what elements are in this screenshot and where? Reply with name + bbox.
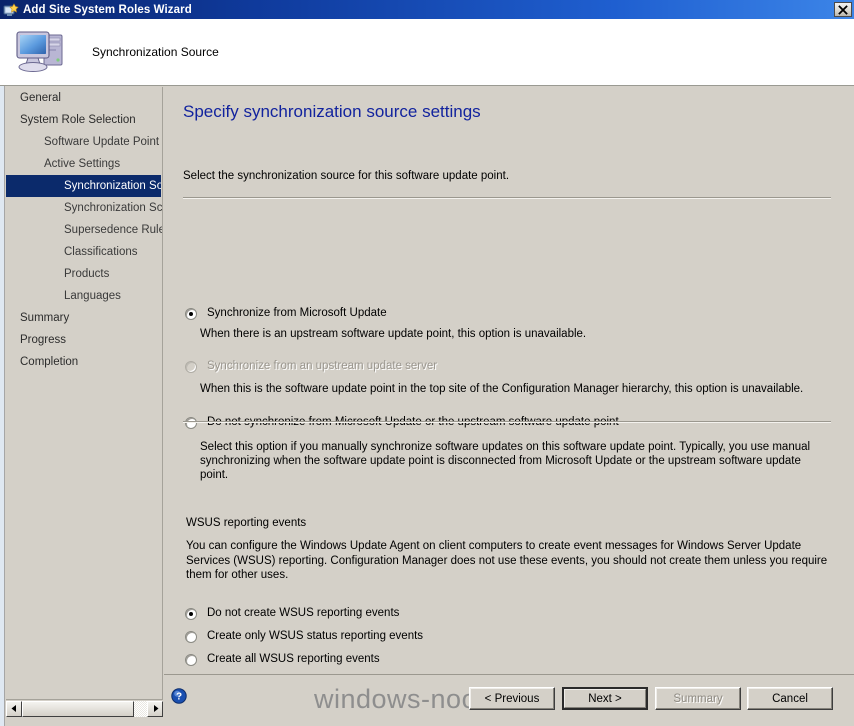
close-icon[interactable]: [834, 2, 852, 17]
next-button-label: Next >: [564, 689, 646, 708]
page-title: Specify synchronization source settings: [183, 102, 481, 121]
radio-button-indicator[interactable]: [185, 308, 197, 320]
sidebar-item-synchronization-source[interactable]: Synchronization Source: [6, 175, 161, 197]
scroll-right-arrow-icon[interactable]: [147, 700, 163, 717]
sidebar-item-completion[interactable]: Completion: [6, 351, 162, 373]
option-description-1: When there is an upstream software updat…: [200, 328, 587, 340]
help-icon[interactable]: ?: [171, 688, 187, 704]
separator-wsus: [183, 421, 831, 423]
separator-top: [183, 197, 831, 199]
sidebar-item-classifications[interactable]: Classifications: [6, 241, 162, 263]
sidebar-item-supersedence-rules[interactable]: Supersedence Rules: [6, 219, 162, 241]
background-window-sliver: [0, 0, 5, 726]
radio-label: Create all WSUS reporting events: [207, 653, 380, 665]
scrollbar-thumb[interactable]: [22, 700, 134, 717]
sidebar-item-progress[interactable]: Progress: [6, 329, 162, 351]
radio-button-indicator[interactable]: [185, 361, 197, 373]
radio-label: Synchronize from Microsoft Update: [207, 307, 387, 319]
sidebar-item-system-role-selection[interactable]: System Role Selection: [6, 109, 162, 131]
window-title: Add Site System Roles Wizard: [23, 3, 192, 16]
radio-button-indicator[interactable]: [185, 608, 197, 620]
radio-label: Do not create WSUS reporting events: [207, 607, 400, 619]
wsus-group-label: WSUS reporting events: [186, 517, 307, 529]
sidebar-item-synchronization-schedule[interactable]: Synchronization Schedule: [6, 197, 162, 219]
intro-text: Select the synchronization source for th…: [183, 170, 510, 182]
banner-title: Synchronization Source: [92, 45, 219, 59]
option-description-3: Select this option if you manually synch…: [200, 441, 811, 481]
computer-icon: [13, 26, 71, 78]
radio-label: Create only WSUS status reporting events: [207, 630, 424, 642]
cancel-button[interactable]: Cancel: [747, 687, 833, 710]
sidebar-item-software-update-point[interactable]: Software Update Point: [6, 131, 162, 153]
sidebar-horizontal-scrollbar[interactable]: [6, 699, 163, 717]
previous-button[interactable]: < Previous: [469, 687, 555, 710]
sidebar-item-summary[interactable]: Summary: [6, 307, 162, 329]
wizard-footer: ? windows-noob.com < Previous Next > Sum…: [164, 674, 854, 726]
wsus-group-description: You can configure the Windows Update Age…: [186, 540, 828, 581]
wizard-banner: Synchronization Source: [0, 19, 854, 86]
sidebar-item-languages[interactable]: Languages: [6, 285, 162, 307]
wizard-content-pane: Specify synchronization source settings …: [164, 87, 848, 674]
radio-do-not-create-wsus-events[interactable]: Do not create WSUS reporting events: [185, 607, 399, 620]
radio-sync-from-upstream-update-server[interactable]: Synchronize from an upstream update serv…: [185, 360, 437, 373]
radio-create-only-wsus-status-events[interactable]: Create only WSUS status reporting events: [185, 630, 423, 643]
next-button[interactable]: Next >: [562, 687, 648, 710]
scroll-left-arrow-icon[interactable]: [6, 700, 22, 717]
scrollbar-track[interactable]: [134, 700, 147, 717]
title-bar: Add Site System Roles Wizard: [0, 0, 854, 19]
sidebar-item-active-settings[interactable]: Active Settings: [6, 153, 162, 175]
radio-button-indicator[interactable]: [185, 631, 197, 643]
option-description-2: When this is the software update point i…: [200, 383, 804, 395]
summary-button[interactable]: Summary: [655, 687, 741, 710]
radio-button-indicator[interactable]: [185, 654, 197, 666]
sidebar-item-general[interactable]: General: [6, 87, 162, 109]
sidebar-item-products[interactable]: Products: [6, 263, 162, 285]
wizard-window: Add Site System Roles Wizard Synchroniza…: [0, 0, 854, 726]
wizard-step-list: General System Role Selection Software U…: [6, 87, 163, 699]
radio-sync-from-microsoft-update[interactable]: Synchronize from Microsoft Update: [185, 307, 387, 320]
svg-text:?: ?: [176, 692, 182, 703]
radio-label: Synchronize from an upstream update serv…: [207, 360, 438, 372]
radio-create-all-wsus-events[interactable]: Create all WSUS reporting events: [185, 653, 380, 666]
site-system-wizard-icon: [3, 2, 19, 18]
radio-button-indicator[interactable]: [185, 417, 197, 429]
